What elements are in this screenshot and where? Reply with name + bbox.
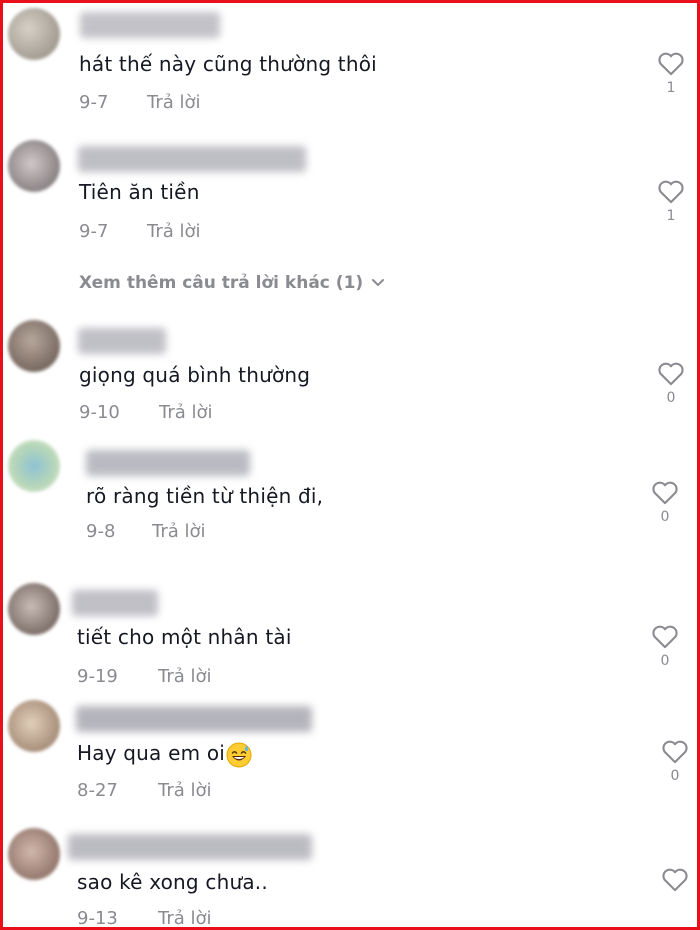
heart-icon[interactable] — [651, 623, 679, 649]
avatar[interactable] — [8, 828, 60, 880]
reply-button[interactable]: Trả lời — [158, 780, 212, 801]
comment-text: sao kê xong chưa.. — [77, 870, 268, 894]
comment-text-content: Hay qua em oi — [77, 741, 226, 765]
blurred-username[interactable] — [80, 12, 220, 38]
comment-text: tiết cho một nhân tài — [77, 625, 292, 649]
blurred-username[interactable] — [78, 328, 166, 354]
avatar[interactable] — [8, 140, 60, 192]
heart-icon[interactable] — [657, 178, 685, 204]
like-count: 0 — [660, 509, 670, 525]
comment-text: giọng quá bình thường — [79, 363, 311, 387]
reply-button[interactable]: Trả lời — [158, 666, 212, 687]
heart-icon[interactable] — [657, 360, 685, 386]
grinning-sweat-emoji-icon — [226, 742, 252, 767]
reply-button[interactable]: Trả lời — [158, 908, 212, 929]
blurred-username[interactable] — [72, 590, 158, 616]
avatar[interactable] — [8, 583, 60, 635]
comment-text: rõ ràng tiền từ thiện đi, — [86, 484, 324, 508]
blurred-username[interactable] — [68, 834, 312, 860]
like-count: 0 — [670, 768, 680, 784]
avatar[interactable] — [8, 700, 60, 752]
comment-text: hát thế này cũng thường thôi — [79, 52, 377, 76]
comment-text: Tiên ăn tiền — [79, 180, 200, 204]
view-more-replies-button[interactable]: Xem thêm câu trả lời khác (1) — [79, 273, 385, 293]
comment-date: 9-7 — [79, 221, 109, 242]
avatar[interactable] — [8, 8, 60, 60]
comment-date: 9-8 — [86, 521, 116, 542]
blurred-username[interactable] — [78, 146, 306, 172]
comment-date: 9-19 — [77, 666, 118, 687]
like-count: 0 — [660, 653, 670, 669]
reply-button[interactable]: Trả lời — [159, 402, 213, 423]
heart-icon[interactable] — [657, 50, 685, 76]
view-more-replies-label: Xem thêm câu trả lời khác (1) — [79, 273, 364, 293]
blurred-username[interactable] — [86, 450, 250, 476]
heart-icon[interactable] — [661, 738, 689, 764]
comment-date: 9-13 — [77, 908, 118, 929]
comment-date: 9-10 — [79, 402, 120, 423]
heart-icon[interactable] — [651, 479, 679, 505]
comment-text: Hay qua em oi — [77, 741, 252, 768]
avatar[interactable] — [8, 320, 60, 372]
reply-button[interactable]: Trả lời — [147, 92, 201, 113]
comment-date: 8-27 — [77, 780, 118, 801]
chevron-down-icon — [372, 279, 385, 286]
like-count: 1 — [666, 80, 676, 96]
avatar[interactable] — [8, 440, 60, 492]
reply-button[interactable]: Trả lời — [152, 521, 206, 542]
comment-date: 9-7 — [79, 92, 109, 113]
reply-button[interactable]: Trả lời — [147, 221, 201, 242]
blurred-username[interactable] — [76, 706, 312, 732]
heart-icon[interactable] — [661, 866, 689, 892]
like-count: 0 — [666, 390, 676, 406]
like-count: 1 — [666, 208, 676, 224]
